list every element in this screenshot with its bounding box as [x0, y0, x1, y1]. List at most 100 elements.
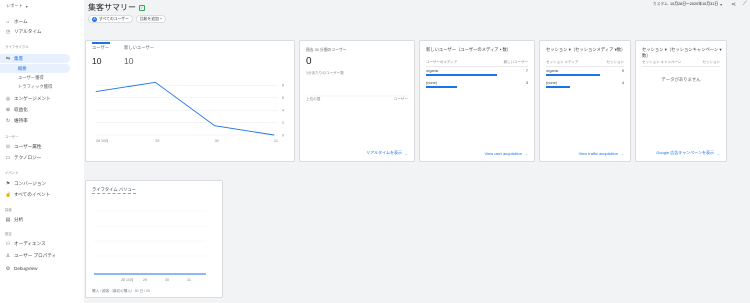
sessions-title[interactable]: セッション ▾（セッションメディア ▾数）: [546, 47, 625, 53]
sidebar-item-all-events[interactable]: ☝ すべてのイベント: [0, 190, 84, 199]
row-bar: [426, 86, 457, 88]
users-line-chart: 0 2 4 6 8 28 10月 29 30 31: [95, 81, 284, 143]
sidebar-item-monetization[interactable]: ⊕ 収益化: [0, 105, 84, 114]
sidebar-item-audiences[interactable]: ⚇ オーディエンス: [0, 239, 84, 248]
y-tick-label: 0: [282, 133, 284, 137]
arrow-right-icon: →: [716, 150, 720, 156]
series-line: [95, 81, 275, 136]
data-point: [154, 81, 156, 83]
view-traffic-acquisition-link[interactable]: View traffic acquisition →: [579, 151, 624, 156]
view-realtime-link[interactable]: リアルタイムを表示 →: [366, 150, 408, 156]
row-bar: [546, 74, 600, 76]
segment-dot-icon: A: [92, 16, 97, 22]
data-point: [273, 134, 275, 136]
data-point: [95, 91, 97, 92]
chevron-down-icon: ▾: [25, 3, 28, 9]
arrow-right-icon: →: [620, 151, 624, 156]
view-google-ads-link[interactable]: Google 広告キャンペーンを表示 →: [656, 150, 720, 156]
arrow-right-icon: →: [524, 151, 528, 156]
realtime-bar-area: [306, 95, 410, 97]
users-chart-card: ユーザー 10 新しいユーザー 10 0 2 4 6 8 28 10月 29 30 31: [85, 40, 295, 162]
row-bar: [546, 86, 571, 88]
sidebar-section-settings: 設定: [5, 232, 12, 236]
x-tick-label: 28 10月: [121, 277, 134, 282]
acquisition-icon: ⇆: [5, 55, 11, 62]
clock-icon: ◷: [5, 28, 11, 35]
sidebar-section-lifecycle: ライフサイクル: [5, 45, 29, 49]
x-tick-label: 29: [155, 139, 159, 143]
touch-icon: ☝: [5, 191, 12, 198]
x-tick-label: 31: [187, 278, 191, 282]
campaign-card: セッション ▾（セッションキャンペーン ▾数） セッション キャンペーン セッショ…: [635, 40, 727, 162]
y-tick-label: 4: [282, 109, 284, 113]
y-tick-label: 2: [282, 121, 284, 125]
lifetime-line-chart: 28 10月 29 30 31: [94, 210, 206, 282]
chip-all-users[interactable]: A すべてのユーザー: [88, 15, 133, 23]
sidebar-item-demographics[interactable]: ⊙ ユーザー属性: [0, 142, 84, 151]
x-tick-label: 28 10月: [96, 138, 109, 143]
campaign-table-header: セッション キャンペーン セッション: [642, 60, 720, 67]
sessions-card: セッション ▾（セッションメディア ▾数） セッション メディア セッション or…: [539, 40, 631, 162]
table-row: organic 7: [426, 69, 528, 78]
comparison-chips: A すべてのユーザー 比較を追加 +: [88, 15, 167, 23]
arrow-right-icon: →: [404, 150, 408, 156]
table-row: (none) 4: [546, 81, 624, 90]
sidebar-header-label: レポート: [6, 3, 23, 8]
main-content: 集客サマリー ✓ A すべてのユーザー 比較を追加 + カスタム 10月28日～2…: [84, 0, 750, 303]
sessions-table-header: セッション メディア セッション: [546, 60, 624, 67]
new-users-table-header: ユーザーのメディア 新しいユーザー: [426, 60, 528, 67]
sidebar-item-technology[interactable]: ▭ テクノロジー: [0, 153, 84, 162]
realtime-col-left: 上位の国: [306, 97, 321, 101]
table-row: (none) 3: [426, 81, 528, 90]
realtime-card: 過去 30 分間のユーザー 0 1分あたりのユーザー数 上位の国 ユーザー リア…: [299, 40, 415, 162]
add-comparison-button[interactable]: 比較を追加 +: [135, 15, 167, 23]
sidebar-item-analysis[interactable]: ▤ 分析: [0, 215, 84, 224]
devices-icon: ▭: [5, 154, 11, 161]
new-users-title[interactable]: 新しいユーザー（ユーザーのメディア • 数）: [426, 47, 511, 53]
lifetime-footer: 購入 / 顧客（最初の購入）30 日 / 20: [92, 289, 151, 293]
realtime-col-right: ユーザー: [393, 97, 408, 101]
sidebar-item-acquisition[interactable]: ⇆ 集客: [0, 54, 70, 63]
x-tick-label: 30: [165, 278, 169, 282]
new-users-card: 新しいユーザー（ユーザーのメディア • 数） ユーザーのメディア 新しいユーザー …: [419, 40, 535, 162]
sidebar-item-user-acquisition[interactable]: ユーザー獲得: [0, 73, 84, 82]
no-data-message: データがありません: [661, 77, 701, 82]
globe-icon: ⊙: [5, 143, 11, 150]
x-tick-label: 29: [143, 278, 147, 282]
sidebar-item-user-properties[interactable]: ♙ ユーザー プロパティ: [0, 251, 84, 260]
table-row: organic 9: [546, 69, 624, 78]
row-bar: [426, 74, 498, 76]
sidebar-item-realtime[interactable]: ◷ リアルタイム: [0, 27, 84, 36]
x-tick-label: 30: [215, 139, 219, 143]
sidebar-item-overview[interactable]: 概要: [0, 64, 70, 73]
sidebar-item-conversions[interactable]: ⚑ コンバージョン: [0, 179, 84, 188]
debug-icon: ⚙: [5, 265, 11, 272]
home-icon: ⌂: [6, 18, 10, 25]
sidebar-item-home[interactable]: ⌂ ホーム: [0, 17, 84, 26]
date-range-value: 10月28日～2020年10月31日: [669, 2, 719, 6]
share-icon[interactable]: ⋖: [731, 1, 736, 8]
page-title: 集客サマリー ✓: [88, 3, 145, 12]
sidebar-item-retention[interactable]: ↻ 維持率: [0, 116, 84, 125]
sidebar-section-explore: 探索: [5, 208, 12, 212]
view-user-acquisition-link[interactable]: View user acquisition →: [484, 151, 528, 156]
y-tick-label: 8: [282, 84, 284, 88]
sidebar-header[interactable]: レポート ▾: [0, 0, 84, 12]
analysis-icon: ▤: [5, 216, 11, 223]
audience-icon: ⚇: [5, 240, 11, 247]
chevron-down-icon: ▾: [720, 3, 722, 7]
sidebar-item-debugview[interactable]: ⚙ DebugView: [0, 264, 84, 273]
retention-icon: ↻: [5, 117, 11, 124]
date-range-picker[interactable]: カスタム 10月28日～2020年10月31日 ▾: [653, 2, 722, 7]
engagement-icon: ◎: [5, 95, 11, 102]
sidebar-section-events: イベント: [5, 171, 19, 175]
user-property-icon: ♙: [5, 252, 11, 259]
insights-icon[interactable]: ⟋: [743, 1, 747, 8]
x-tick-label: 31: [274, 139, 278, 143]
flag-icon: ⚑: [5, 180, 11, 187]
campaign-title[interactable]: セッション ▾（セッションキャンペーン ▾数）: [642, 47, 726, 59]
sidebar-item-traffic-acquisition[interactable]: トラフィック獲得: [0, 82, 84, 91]
data-point: [214, 125, 216, 127]
status-check-icon: ✓: [139, 4, 145, 11]
sidebar-item-engagement[interactable]: ◎ エンゲージメント: [0, 94, 84, 103]
